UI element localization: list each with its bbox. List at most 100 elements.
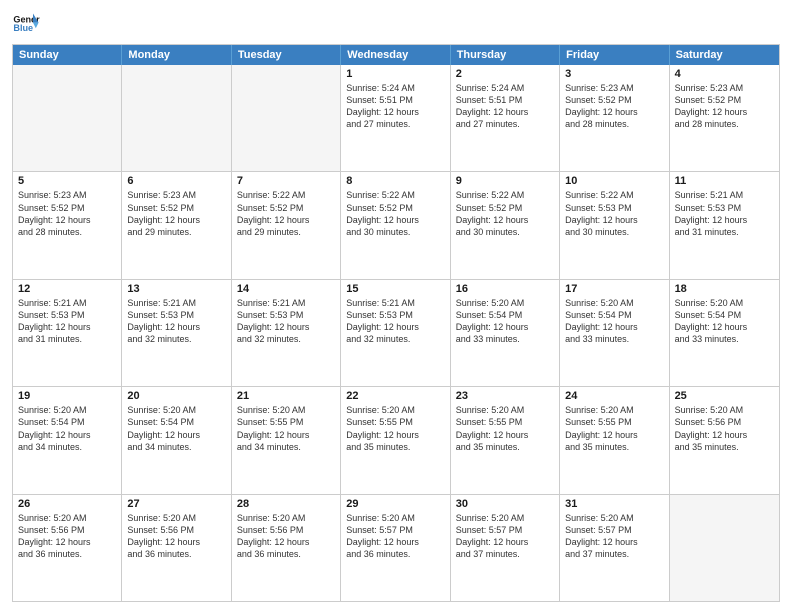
logo-icon: General Blue [12, 10, 40, 38]
calendar-week: 19 Sunrise: 5:20 AM Sunset: 5:54 PM Dayli… [13, 387, 779, 494]
calendar-header-cell: Monday [122, 45, 231, 65]
calendar-cell: 18Sunrise: 5:20 AM Sunset: 5:54 PM Dayli… [670, 280, 779, 386]
calendar-cell: 29 Sunrise: 5:20 AM Sunset: 5:57 PM Dayli… [341, 495, 450, 601]
calendar-cell: 14 Sunrise: 5:21 AM Sunset: 5:53 PM Dayli… [232, 280, 341, 386]
day-number: 12 [18, 283, 116, 295]
day-info: Sunrise: 5:20 AM Sunset: 5:54 PM Dayligh… [18, 404, 116, 453]
day-info: Sunrise: 5:20 AM Sunset: 5:56 PM Dayligh… [127, 512, 225, 561]
day-info: Sunrise: 5:20 AM Sunset: 5:54 PM Dayligh… [456, 297, 554, 346]
day-info: Sunrise: 5:20 AM Sunset: 5:54 PM Dayligh… [127, 404, 225, 453]
calendar-cell: 25Sunrise: 5:20 AM Sunset: 5:56 PM Dayli… [670, 387, 779, 493]
day-number: 5 [18, 175, 116, 187]
calendar-cell: 5 Sunrise: 5:23 AM Sunset: 5:52 PM Daylig… [13, 172, 122, 278]
day-info: Sunrise: 5:20 AM Sunset: 5:55 PM Dayligh… [346, 404, 444, 453]
day-info: Sunrise: 5:21 AM Sunset: 5:53 PM Dayligh… [675, 189, 774, 238]
day-info: Sunrise: 5:20 AM Sunset: 5:56 PM Dayligh… [237, 512, 335, 561]
day-info: Sunrise: 5:23 AM Sunset: 5:52 PM Dayligh… [675, 82, 774, 131]
calendar-cell: 16 Sunrise: 5:20 AM Sunset: 5:54 PM Dayli… [451, 280, 560, 386]
calendar-cell: 1 Sunrise: 5:24 AM Sunset: 5:51 PM Daylig… [341, 65, 450, 171]
day-info: Sunrise: 5:20 AM Sunset: 5:57 PM Dayligh… [565, 512, 663, 561]
svg-text:Blue: Blue [13, 23, 33, 33]
day-info: Sunrise: 5:20 AM Sunset: 5:57 PM Dayligh… [346, 512, 444, 561]
day-number: 1 [346, 68, 444, 80]
day-info: Sunrise: 5:20 AM Sunset: 5:55 PM Dayligh… [456, 404, 554, 453]
header: General Blue [12, 10, 780, 38]
calendar-header: SundayMondayTuesdayWednesdayThursdayFrid… [13, 45, 779, 65]
calendar-header-cell: Sunday [13, 45, 122, 65]
day-number: 17 [565, 283, 663, 295]
calendar-cell: 15 Sunrise: 5:21 AM Sunset: 5:53 PM Dayli… [341, 280, 450, 386]
calendar-body: 1 Sunrise: 5:24 AM Sunset: 5:51 PM Daylig… [13, 65, 779, 601]
day-number: 29 [346, 498, 444, 510]
day-info: Sunrise: 5:21 AM Sunset: 5:53 PM Dayligh… [237, 297, 335, 346]
day-number: 28 [237, 498, 335, 510]
calendar-cell: 28 Sunrise: 5:20 AM Sunset: 5:56 PM Dayli… [232, 495, 341, 601]
day-info: Sunrise: 5:20 AM Sunset: 5:55 PM Dayligh… [237, 404, 335, 453]
calendar-cell [13, 65, 122, 171]
day-number: 13 [127, 283, 225, 295]
calendar-cell: 7Sunrise: 5:22 AM Sunset: 5:52 PM Daylig… [232, 172, 341, 278]
day-info: Sunrise: 5:21 AM Sunset: 5:53 PM Dayligh… [346, 297, 444, 346]
day-number: 3 [565, 68, 663, 80]
day-number: 15 [346, 283, 444, 295]
calendar-cell [670, 495, 779, 601]
day-number: 31 [565, 498, 663, 510]
calendar: SundayMondayTuesdayWednesdayThursdayFrid… [12, 44, 780, 602]
calendar-week: 12 Sunrise: 5:21 AM Sunset: 5:53 PM Dayli… [13, 280, 779, 387]
calendar-cell: 20Sunrise: 5:20 AM Sunset: 5:54 PM Dayli… [122, 387, 231, 493]
day-number: 6 [127, 175, 225, 187]
day-info: Sunrise: 5:20 AM Sunset: 5:57 PM Dayligh… [456, 512, 554, 561]
calendar-cell: 13 Sunrise: 5:21 AM Sunset: 5:53 PM Dayli… [122, 280, 231, 386]
day-number: 16 [456, 283, 554, 295]
day-number: 4 [675, 68, 774, 80]
calendar-cell: 30 Sunrise: 5:20 AM Sunset: 5:57 PM Dayli… [451, 495, 560, 601]
calendar-week: 5 Sunrise: 5:23 AM Sunset: 5:52 PM Daylig… [13, 172, 779, 279]
calendar-cell: 6 Sunrise: 5:23 AM Sunset: 5:52 PM Daylig… [122, 172, 231, 278]
calendar-cell: 22 Sunrise: 5:20 AM Sunset: 5:55 PM Dayli… [341, 387, 450, 493]
day-number: 21 [237, 390, 335, 402]
calendar-cell: 2 Sunrise: 5:24 AM Sunset: 5:51 PM Daylig… [451, 65, 560, 171]
day-number: 26 [18, 498, 116, 510]
day-number: 11 [675, 175, 774, 187]
day-info: Sunrise: 5:20 AM Sunset: 5:54 PM Dayligh… [675, 297, 774, 346]
calendar-cell: 4 Sunrise: 5:23 AM Sunset: 5:52 PM Daylig… [670, 65, 779, 171]
calendar-week: 1 Sunrise: 5:24 AM Sunset: 5:51 PM Daylig… [13, 65, 779, 172]
calendar-cell: 19 Sunrise: 5:20 AM Sunset: 5:54 PM Dayli… [13, 387, 122, 493]
day-info: Sunrise: 5:21 AM Sunset: 5:53 PM Dayligh… [127, 297, 225, 346]
calendar-cell: 24 Sunrise: 5:20 AM Sunset: 5:55 PM Dayli… [560, 387, 669, 493]
calendar-cell: 27Sunrise: 5:20 AM Sunset: 5:56 PM Dayli… [122, 495, 231, 601]
logo: General Blue [12, 10, 40, 38]
day-info: Sunrise: 5:23 AM Sunset: 5:52 PM Dayligh… [127, 189, 225, 238]
day-info: Sunrise: 5:22 AM Sunset: 5:52 PM Dayligh… [456, 189, 554, 238]
day-number: 24 [565, 390, 663, 402]
calendar-header-cell: Wednesday [341, 45, 450, 65]
calendar-header-cell: Friday [560, 45, 669, 65]
day-info: Sunrise: 5:24 AM Sunset: 5:51 PM Dayligh… [456, 82, 554, 131]
day-number: 22 [346, 390, 444, 402]
day-info: Sunrise: 5:20 AM Sunset: 5:56 PM Dayligh… [18, 512, 116, 561]
calendar-cell: 21 Sunrise: 5:20 AM Sunset: 5:55 PM Dayli… [232, 387, 341, 493]
day-info: Sunrise: 5:22 AM Sunset: 5:53 PM Dayligh… [565, 189, 663, 238]
calendar-header-cell: Saturday [670, 45, 779, 65]
day-number: 2 [456, 68, 554, 80]
page: General Blue SundayMondayTuesdayWednesda… [0, 0, 792, 612]
calendar-cell: 23 Sunrise: 5:20 AM Sunset: 5:55 PM Dayli… [451, 387, 560, 493]
day-number: 23 [456, 390, 554, 402]
calendar-cell: 17Sunrise: 5:20 AM Sunset: 5:54 PM Dayli… [560, 280, 669, 386]
day-info: Sunrise: 5:23 AM Sunset: 5:52 PM Dayligh… [565, 82, 663, 131]
day-number: 30 [456, 498, 554, 510]
day-info: Sunrise: 5:23 AM Sunset: 5:52 PM Dayligh… [18, 189, 116, 238]
day-info: Sunrise: 5:20 AM Sunset: 5:55 PM Dayligh… [565, 404, 663, 453]
calendar-cell: 11 Sunrise: 5:21 AM Sunset: 5:53 PM Dayli… [670, 172, 779, 278]
calendar-week: 26 Sunrise: 5:20 AM Sunset: 5:56 PM Dayli… [13, 495, 779, 601]
day-number: 19 [18, 390, 116, 402]
day-info: Sunrise: 5:22 AM Sunset: 5:52 PM Dayligh… [346, 189, 444, 238]
calendar-cell: 8Sunrise: 5:22 AM Sunset: 5:52 PM Daylig… [341, 172, 450, 278]
calendar-cell: 31 Sunrise: 5:20 AM Sunset: 5:57 PM Dayli… [560, 495, 669, 601]
day-info: Sunrise: 5:21 AM Sunset: 5:53 PM Dayligh… [18, 297, 116, 346]
day-number: 14 [237, 283, 335, 295]
day-number: 9 [456, 175, 554, 187]
day-info: Sunrise: 5:24 AM Sunset: 5:51 PM Dayligh… [346, 82, 444, 131]
day-number: 25 [675, 390, 774, 402]
calendar-header-cell: Thursday [451, 45, 560, 65]
